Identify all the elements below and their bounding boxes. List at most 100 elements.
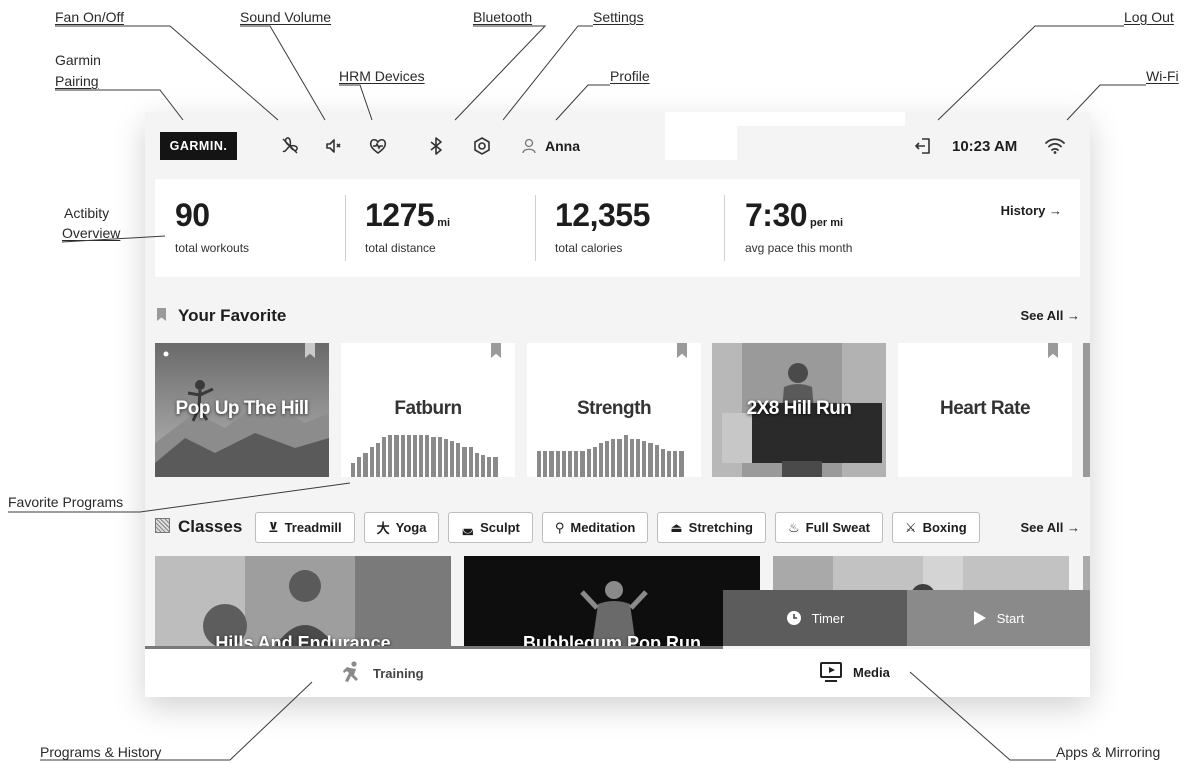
callout-logout: Log Out <box>1124 9 1174 25</box>
stat-value: 7:30 <box>745 197 808 233</box>
bluetooth-icon[interactable] <box>424 134 448 158</box>
callout-favorites: Favorite Programs <box>8 494 124 510</box>
callout-profile: Profile <box>610 68 650 84</box>
chip-label: Sculpt <box>480 520 520 535</box>
favorite-title: Pop Up The Hill <box>175 398 309 419</box>
timer-label: Timer <box>811 610 845 626</box>
timer-button[interactable]: Timer <box>723 590 907 646</box>
stat-value: 1275 <box>365 197 435 233</box>
meditation-icon: ⚲ <box>554 519 565 535</box>
bookmark-icon[interactable] <box>491 343 501 358</box>
flame-icon: ♨ <box>787 519 800 535</box>
speaker-icon[interactable] <box>322 134 346 158</box>
chip-label: Meditation <box>570 520 636 535</box>
class-card[interactable]: Bubblegum Pop Run <box>464 556 760 646</box>
play-icon <box>973 611 986 625</box>
callout-wifi: Wi-Fi <box>1146 68 1179 84</box>
stat-caption: total calories <box>555 241 623 255</box>
callout-sound: Sound Volume <box>240 9 332 25</box>
favorite-title: Fatburn <box>394 398 462 419</box>
runner-icon <box>343 661 358 682</box>
stat-caption: avg pace this month <box>745 241 853 255</box>
chip-yoga[interactable]: ⼤ Yoga <box>363 512 440 543</box>
grid-icon <box>155 518 170 533</box>
stat-unit: per mi <box>810 217 844 229</box>
chip-label: Yoga <box>395 520 427 535</box>
favorite-card[interactable]: Pop Up The Hill <box>155 343 329 477</box>
stat-pace: 7:30 per mi avg pace this month <box>735 179 935 277</box>
callout-garmin-pairing-1: Garmin <box>55 52 101 68</box>
media-icon <box>820 662 842 682</box>
sculpt-icon: ◛ <box>461 519 475 535</box>
start-label: Start <box>996 610 1025 626</box>
callout-activity-2: Overview <box>62 225 121 241</box>
stat-calories: 12,355 total calories <box>545 179 725 277</box>
nav-media[interactable]: Media <box>819 661 890 683</box>
favorite-card-peek[interactable] <box>1083 343 1090 477</box>
favorites-title: Your Favorite <box>178 306 287 325</box>
activity-overview: 90 total workouts 1275 mi total distance … <box>155 179 1080 277</box>
bottom-nav: Training Media <box>145 649 1090 697</box>
boxing-icon: ⚔ <box>904 519 917 535</box>
logout-icon[interactable] <box>911 134 935 158</box>
classes-title: Classes <box>178 517 243 536</box>
chip-treadmill[interactable]: ⊻ Treadmill <box>255 512 355 543</box>
settings-icon[interactable] <box>470 134 494 158</box>
treadmill-icon: ⊻ <box>268 519 279 535</box>
callout-fan: Fan On/Off <box>55 9 124 25</box>
favorite-card[interactable]: Heart Rate <box>898 343 1072 477</box>
chip-boxing[interactable]: ⚔ Boxing <box>891 512 980 543</box>
chip-label: Treadmill <box>284 520 342 535</box>
chip-full-sweat[interactable]: ♨ Full Sweat <box>774 512 883 543</box>
stat-workouts: 90 total workouts <box>165 179 345 277</box>
fan-icon[interactable] <box>278 134 302 158</box>
yoga-icon: ⼤ <box>376 521 390 536</box>
clock: 10:23 AM <box>952 138 1018 155</box>
class-title: Hills And Endurance <box>215 633 391 646</box>
callout-activity-1: Actibity <box>64 205 110 221</box>
stat-distance: 1275 mi total distance <box>355 179 535 277</box>
chip-stretching[interactable]: ⏏ Stretching <box>657 512 766 543</box>
stat-caption: total distance <box>365 241 436 255</box>
callout-garmin-pairing-2: Pairing <box>55 73 99 89</box>
callout-apps-mirroring: Apps & Mirroring <box>1056 744 1161 760</box>
bookmark-icon[interactable] <box>1048 343 1058 358</box>
stat-value: 12,355 <box>555 197 650 233</box>
chip-meditation[interactable]: ⚲ Meditation <box>541 512 649 543</box>
nav-media-label: Media <box>853 664 890 680</box>
class-card[interactable]: Hills And Endurance <box>155 556 451 646</box>
start-button[interactable]: Start <box>907 590 1090 646</box>
heart-icon[interactable] <box>366 134 390 158</box>
stat-value: 90 <box>175 197 210 233</box>
favorite-title: Strength <box>576 398 652 419</box>
profile-name[interactable]: Anna <box>545 138 580 154</box>
header-patch <box>737 112 905 126</box>
callout-settings: Settings <box>593 9 644 25</box>
nav-training-label: Training <box>373 665 424 681</box>
favorite-card[interactable]: Fatburn <box>341 343 515 477</box>
nav-training[interactable]: Training <box>341 661 424 685</box>
device-screen: GARMIN. Anna 10:23 AM 90 total workouts … <box>145 112 1090 697</box>
garmin-pairing-button[interactable]: GARMIN. <box>160 132 237 160</box>
favorite-title: 2X8 Hill Run <box>746 398 852 419</box>
history-link[interactable]: History → <box>1001 203 1062 218</box>
callout-programs-history: Programs & History <box>40 744 162 760</box>
classes-see-all[interactable]: See All → <box>1021 520 1080 535</box>
divider <box>345 195 346 261</box>
intensity-bars <box>351 432 498 477</box>
wifi-icon[interactable] <box>1043 134 1067 158</box>
intensity-bars <box>537 432 684 477</box>
callout-hrm: HRM Devices <box>339 68 425 84</box>
stat-unit: mi <box>437 217 451 229</box>
chip-sculpt[interactable]: ◛ Sculpt <box>448 512 533 543</box>
chip-label: Stretching <box>688 520 753 535</box>
favorite-title: Heart Rate <box>939 398 1031 419</box>
callout-bluetooth: Bluetooth <box>473 9 533 25</box>
header-patch <box>665 112 737 160</box>
favorites-see-all[interactable]: See All → <box>1021 308 1080 323</box>
bookmark-icon[interactable] <box>677 343 687 358</box>
favorite-card[interactable]: 2X8 Hill Run <box>712 343 886 477</box>
favorite-card[interactable]: Strength <box>527 343 701 477</box>
top-bar: GARMIN. Anna 10:23 AM <box>145 112 1090 178</box>
user-icon[interactable] <box>517 134 541 158</box>
